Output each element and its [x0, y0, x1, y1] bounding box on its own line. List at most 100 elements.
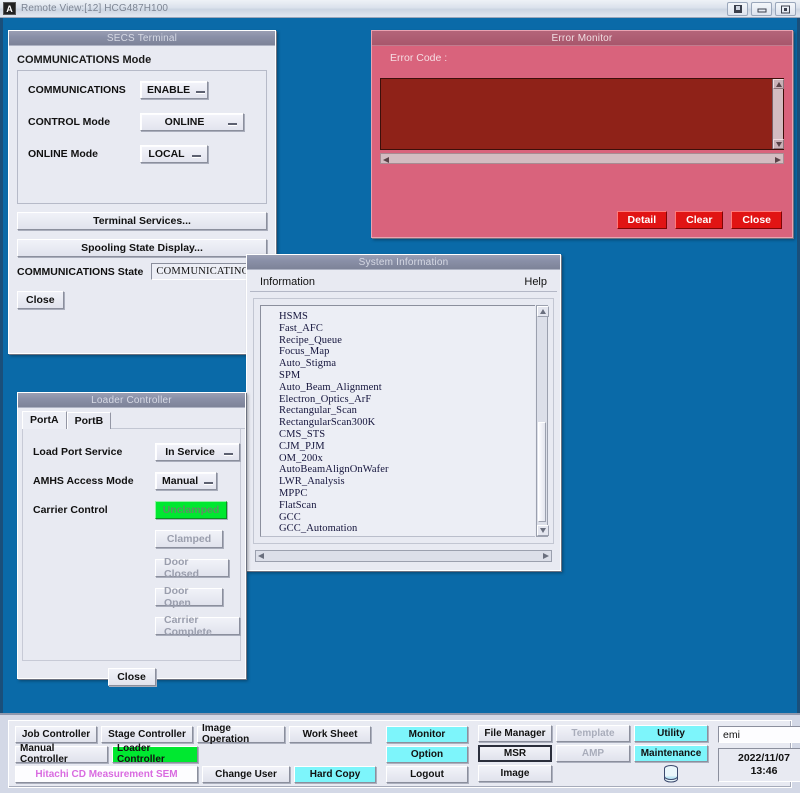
combo-load-port-service[interactable]: In Service: [155, 443, 240, 461]
combo-online-mode[interactable]: LOCAL: [140, 145, 208, 163]
scroll-left-icon[interactable]: [256, 553, 264, 559]
template-button: Template: [556, 725, 630, 742]
loader-close-row: Close: [18, 668, 245, 686]
tab-portb[interactable]: PortB: [67, 412, 112, 429]
carrier-door-closed-button[interactable]: Door Closed: [155, 559, 229, 577]
combo-amhs-access-mode[interactable]: Manual: [155, 472, 217, 490]
spooling-state-display-button[interactable]: Spooling State Display...: [17, 239, 267, 257]
monitor-button[interactable]: Monitor: [386, 726, 468, 743]
scroll-up-icon[interactable]: [773, 79, 784, 89]
system-information-list-item[interactable]: Fast_AFC: [279, 323, 535, 335]
error-monitor-buttons: Detail Clear Close: [617, 211, 782, 229]
database-icon: [634, 765, 708, 783]
loader-controller-title: Loader Controller: [18, 393, 245, 408]
system-information-vertical-scrollbar[interactable]: [536, 305, 548, 537]
system-information-list-item[interactable]: Rectangular_Scan: [279, 405, 535, 417]
menu-information[interactable]: Information: [260, 276, 315, 288]
stage-controller-button[interactable]: Stage Controller: [101, 726, 193, 743]
row-amhs-access-mode: AMHS Access Mode Manual: [33, 472, 240, 490]
taskbar-right-row-2: MSR AMP Maintenance: [478, 745, 708, 762]
terminal-services-button[interactable]: Terminal Services...: [17, 212, 267, 230]
error-monitor-window: Error Monitor Error Code :: [371, 30, 793, 238]
label-amhs-access-mode: AMHS Access Mode: [33, 475, 134, 487]
loader-controller-button[interactable]: Loader Controller: [112, 746, 198, 763]
system-information-list-item[interactable]: AutoBeamAlignOnWafer: [279, 464, 535, 476]
image-operation-button[interactable]: Image Operation: [197, 726, 285, 743]
system-information-window: System Information Information Help HSMS…: [246, 254, 561, 571]
field-communications: COMMUNICATIONS ENABLE: [18, 81, 266, 99]
loader-tab-page: Load Port Service In Service AMHS Access…: [22, 429, 241, 661]
taskbar-row-1: Job Controller Stage Controller Image Op…: [15, 726, 376, 743]
combo-communications[interactable]: ENABLE: [140, 81, 208, 99]
error-list-vertical-scrollbar[interactable]: [772, 79, 783, 149]
pin-icon[interactable]: [727, 2, 748, 16]
communications-state-label: COMMUNICATIONS State: [17, 266, 143, 278]
carrier-clamped-button[interactable]: Clamped: [155, 530, 223, 548]
error-clear-button[interactable]: Clear: [675, 211, 723, 229]
secs-close-button[interactable]: Close: [17, 291, 64, 309]
loader-close-button[interactable]: Close: [108, 668, 156, 686]
system-information-list-item[interactable]: FlatScan: [279, 500, 535, 512]
carrier-door-open-button[interactable]: Door Open: [155, 588, 223, 606]
restore-icon[interactable]: [775, 2, 796, 16]
system-information-list-item[interactable]: Recipe_Queue: [279, 335, 535, 347]
label-communications: COMMUNICATIONS: [28, 84, 140, 96]
scroll-left-icon[interactable]: [381, 150, 389, 168]
taskbar-mid-group: Monitor Option Logout: [384, 721, 470, 787]
tab-porta[interactable]: PortA: [22, 411, 67, 429]
work-sheet-button[interactable]: Work Sheet: [289, 726, 371, 743]
scroll-right-icon[interactable]: [543, 553, 551, 559]
system-information-list-item[interactable]: CMS_STS: [279, 429, 535, 441]
logout-button[interactable]: Logout: [386, 766, 468, 783]
file-manager-button[interactable]: File Manager: [478, 725, 552, 742]
hard-copy-button[interactable]: Hard Copy: [294, 766, 376, 783]
scroll-right-icon[interactable]: [775, 150, 783, 168]
system-information-list-item[interactable]: Auto_Beam_Alignment: [279, 382, 535, 394]
error-list-horizontal-scrollbar[interactable]: [380, 153, 784, 164]
system-information-list-item[interactable]: Auto_Stigma: [279, 358, 535, 370]
vertical-scroll-thumb[interactable]: [538, 422, 546, 522]
system-information-list-item[interactable]: CJM_PJM: [279, 441, 535, 453]
combo-control-mode-value: ONLINE: [147, 116, 222, 128]
window-titlebar: A Remote View:[12] HCG487H100: [0, 0, 800, 18]
system-information-list-item[interactable]: GCC_Automation: [279, 523, 535, 535]
change-user-button[interactable]: Change User: [202, 766, 290, 783]
image-button[interactable]: Image: [478, 765, 552, 782]
minimize-icon[interactable]: [751, 2, 772, 16]
system-information-list-item[interactable]: GCC: [279, 512, 535, 524]
system-information-list-item[interactable]: LWR_Analysis: [279, 476, 535, 488]
system-information-horizontal-scrollbar[interactable]: [255, 550, 552, 562]
combo-control-mode[interactable]: ONLINE: [140, 113, 244, 131]
carrier-complete-button[interactable]: Carrier Complete: [155, 617, 240, 635]
system-information-list-item[interactable]: DGRecipeCompression: [279, 535, 535, 537]
taskbar-row-3: Hitachi CD Measurement SEM Change User H…: [15, 766, 376, 783]
carrier-unclamped-button[interactable]: Unclamped: [155, 501, 227, 519]
utility-button[interactable]: Utility: [634, 725, 708, 742]
msr-button[interactable]: MSR: [478, 745, 552, 762]
system-information-list-item[interactable]: RectangularScan300K: [279, 417, 535, 429]
scroll-up-icon[interactable]: [537, 306, 549, 317]
system-information-list-item[interactable]: Electron_Optics_ArF: [279, 394, 535, 406]
error-monitor-title: Error Monitor: [372, 31, 792, 46]
system-information-list[interactable]: HSMSFast_AFCRecipe_QueueFocus_MapAuto_St…: [260, 305, 535, 537]
job-controller-button[interactable]: Job Controller: [15, 726, 97, 743]
manual-controller-button[interactable]: Manual Controller: [15, 746, 108, 763]
system-information-list-item[interactable]: MPPC: [279, 488, 535, 500]
combo-load-port-service-value: In Service: [162, 446, 218, 458]
scroll-down-icon[interactable]: [537, 525, 549, 536]
option-button[interactable]: Option: [386, 746, 468, 763]
error-list[interactable]: [380, 78, 784, 150]
error-detail-button[interactable]: Detail: [617, 211, 668, 229]
scroll-down-icon[interactable]: [773, 139, 784, 149]
maintenance-button[interactable]: Maintenance: [634, 745, 708, 762]
error-close-button[interactable]: Close: [731, 211, 782, 229]
system-information-list-item[interactable]: OM_200x: [279, 453, 535, 465]
loader-tabs: PortA PortB: [22, 411, 245, 429]
system-information-list-item[interactable]: SPM: [279, 370, 535, 382]
menu-help[interactable]: Help: [524, 276, 547, 288]
app-icon: A: [3, 2, 16, 15]
clock-time: 13:46: [751, 765, 778, 778]
amp-button: AMP: [556, 745, 630, 762]
system-information-list-item[interactable]: HSMS: [279, 311, 535, 323]
system-information-list-item[interactable]: Focus_Map: [279, 346, 535, 358]
